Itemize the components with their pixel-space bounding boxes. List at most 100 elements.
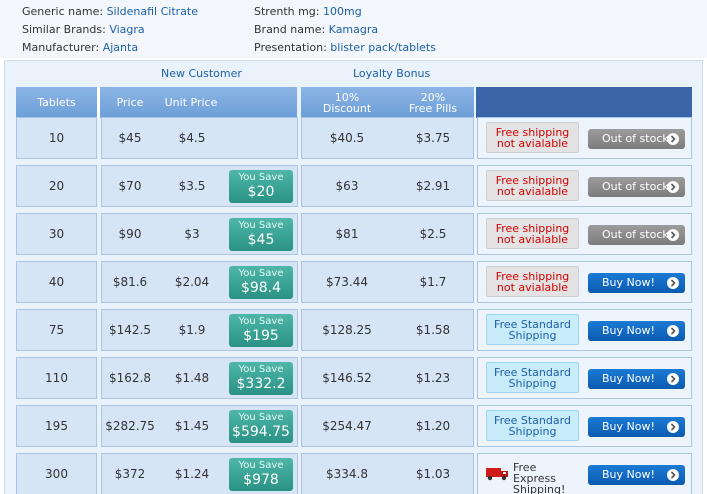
buy-now-button[interactable]: Buy Now! xyxy=(588,417,685,437)
discount-value: $73.44 xyxy=(326,275,368,289)
discount-value: $146.52 xyxy=(322,371,372,385)
you-save-amount: $45 xyxy=(247,232,275,248)
shipping-line-2: not avialable xyxy=(496,137,569,150)
free-pills-value: $1.20 xyxy=(415,419,451,433)
shipping-line-1: Free Express xyxy=(513,461,556,485)
button-label: Out of stock xyxy=(602,132,669,145)
you-save-amount: $594.75 xyxy=(232,424,290,440)
you-save-badge: You Save $332.2 xyxy=(229,362,293,395)
you-save-label: You Save xyxy=(238,460,284,471)
generic-name: Generic name: Sildenafil Citrate xyxy=(22,5,198,18)
free-pills-value: $1.7 xyxy=(419,275,447,289)
you-save-amount: $978 xyxy=(243,472,279,488)
shipping-line-2: Shipping! xyxy=(513,483,566,494)
free-pills-value: $2.91 xyxy=(415,179,451,193)
shipping-line-2: Shipping xyxy=(508,329,557,342)
header-tablets: Tablets xyxy=(37,96,76,109)
you-save-amount: $20 xyxy=(247,184,275,200)
button-label: Buy Now! xyxy=(602,468,655,481)
you-save-label: You Save xyxy=(238,316,284,327)
unit-price-value: $4.5 xyxy=(178,131,206,145)
table-row: 195 $282.75 $1.45 You Save $594.75 $254.… xyxy=(16,405,692,447)
shipping-info: Free shipping not avialable xyxy=(486,170,579,201)
header-discount: Discount xyxy=(322,102,372,115)
chevron-right-icon xyxy=(667,277,679,289)
shipping-line-2: not avialable xyxy=(496,185,569,198)
button-label: Out of stock xyxy=(602,228,669,241)
chevron-right-icon xyxy=(667,421,679,433)
shipping-info: Free shipping not avialable xyxy=(486,218,579,249)
header-new-customer: Tablets Price Unit Price xyxy=(16,87,297,118)
chevron-right-icon xyxy=(667,229,679,241)
free-pills-value: $2.5 xyxy=(419,227,447,241)
chevron-right-icon xyxy=(667,133,679,145)
price-value: $81.6 xyxy=(112,275,148,289)
tablets-value: 75 xyxy=(48,323,65,337)
discount-value: $81 xyxy=(335,227,359,241)
price-value: $45 xyxy=(118,131,142,145)
you-save-badge: You Save $978 xyxy=(229,458,293,491)
info-row: Manufacturer: Ajanta Presentation: blist… xyxy=(0,38,707,56)
discount-value: $254.47 xyxy=(322,419,372,433)
chevron-right-icon xyxy=(667,469,679,481)
free-pills-value: $1.03 xyxy=(415,467,451,481)
new-customer-heading: New Customer xyxy=(161,67,242,80)
discount-value: $334.8 xyxy=(326,467,368,481)
tablets-value: 30 xyxy=(48,227,65,241)
unit-price-value: $1.48 xyxy=(174,371,210,385)
truck-icon xyxy=(486,467,510,481)
tablets-value: 10 xyxy=(48,131,65,145)
tablets-value: 20 xyxy=(48,179,65,193)
you-save-amount: $195 xyxy=(243,328,279,344)
you-save-label: You Save xyxy=(238,364,284,375)
buy-now-button[interactable]: Buy Now! xyxy=(588,273,685,293)
header-loyalty: 10% Discount 20% Free Pills xyxy=(301,87,474,118)
tablets-value: 195 xyxy=(45,419,68,433)
tablets-value: 110 xyxy=(45,371,68,385)
price-value: $372 xyxy=(114,467,146,481)
out-of-stock-button[interactable]: Out of stock xyxy=(588,225,685,245)
price-value: $90 xyxy=(118,227,142,241)
you-save-badge: You Save $98.4 xyxy=(229,266,293,299)
you-save-amount: $98.4 xyxy=(240,280,282,296)
button-label: Out of stock xyxy=(602,180,669,193)
buy-now-button[interactable]: Buy Now! xyxy=(588,369,685,389)
out-of-stock-button[interactable]: Out of stock xyxy=(588,129,685,149)
shipping-line-2: Shipping xyxy=(508,425,557,438)
button-label: Buy Now! xyxy=(602,324,655,337)
button-label: Buy Now! xyxy=(602,372,655,385)
out-of-stock-button[interactable]: Out of stock xyxy=(588,177,685,197)
product-info: Generic name: Sildenafil Citrate Strenth… xyxy=(0,0,707,58)
chevron-right-icon xyxy=(667,181,679,193)
shipping-info: Free Standard Shipping xyxy=(486,314,579,345)
buy-now-button[interactable]: Buy Now! xyxy=(588,465,685,485)
button-label: Buy Now! xyxy=(602,276,655,289)
shipping-line-2: Shipping xyxy=(508,377,557,390)
you-save-amount: $332.2 xyxy=(236,376,286,392)
unit-price-value: $1.9 xyxy=(178,323,206,337)
table-row: 20 $70 $3.5 You Save $20 $63 $2.91 Free … xyxy=(16,165,692,207)
table-row: 10 $45 $4.5 $40.5 $3.75 Free shipping no… xyxy=(16,117,692,159)
you-save-label: You Save xyxy=(238,412,284,423)
unit-price-value: $1.24 xyxy=(174,467,210,481)
unit-price-value: $2.04 xyxy=(174,275,210,289)
free-pills-value: $1.58 xyxy=(415,323,451,337)
table-row: 110 $162.8 $1.48 You Save $332.2 $146.52… xyxy=(16,357,692,399)
you-save-badge: You Save $594.75 xyxy=(229,410,293,443)
shipping-line-2: not avialable xyxy=(496,233,569,246)
loyalty-bonus-heading: Loyalty Bonus xyxy=(353,67,431,80)
you-save-label: You Save xyxy=(238,220,284,231)
shipping-info: Free Standard Shipping xyxy=(486,362,579,393)
you-save-badge: You Save $20 xyxy=(229,170,293,203)
you-save-label: You Save xyxy=(238,268,284,279)
button-label: Buy Now! xyxy=(602,420,655,433)
manufacturer: Manufacturer: Ajanta xyxy=(22,41,139,54)
chevron-right-icon xyxy=(667,325,679,337)
brand-name: Brand name: Kamagra xyxy=(254,23,379,36)
info-row: Generic name: Sildenafil Citrate Strenth… xyxy=(0,2,707,20)
price-value: $282.75 xyxy=(105,419,155,433)
shipping-info: Free Standard Shipping xyxy=(486,410,579,441)
you-save-badge: You Save $45 xyxy=(229,218,293,251)
shipping-info: Free shipping not avialable xyxy=(486,122,579,153)
buy-now-button[interactable]: Buy Now! xyxy=(588,321,685,341)
